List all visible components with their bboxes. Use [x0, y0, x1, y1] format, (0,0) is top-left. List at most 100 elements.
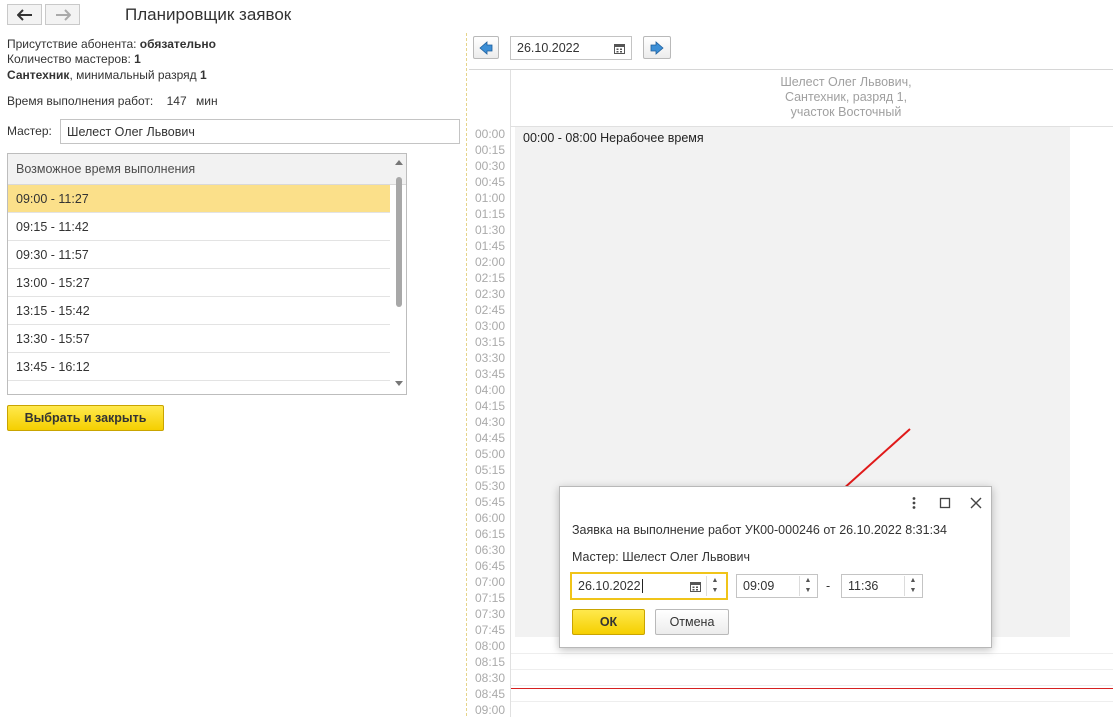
list-item[interactable]: 13:15 - 15:42 [8, 297, 390, 325]
master-field[interactable]: Шелест Олег Львович [60, 119, 460, 144]
time-label: 01:30 [474, 223, 506, 237]
duration-value: 147 [166, 94, 187, 108]
next-day-icon [650, 40, 664, 55]
time-label: 08:00 [474, 639, 506, 653]
current-time-line [511, 688, 1113, 689]
time-label: 07:00 [474, 575, 506, 589]
page-title: Планировщик заявок [125, 5, 292, 24]
master-column-header: Шелест Олег Львович, Сантехник, разряд 1… [681, 75, 1011, 120]
time-label: 04:30 [474, 415, 506, 429]
min-grade: 1 [199, 68, 207, 82]
time-label: 04:00 [474, 383, 506, 397]
master-header-line: Шелест Олег Львович, [780, 75, 912, 89]
time-label: 02:15 [474, 271, 506, 285]
calendar-date-field[interactable]: 26.10.2022 [510, 36, 632, 60]
text-cursor [641, 579, 643, 593]
stepper-down-icon[interactable]: ▼ [905, 586, 921, 596]
grid-line [511, 685, 1113, 686]
time-to-field[interactable]: 11:36 ▲ ▼ [841, 574, 923, 598]
forward-arrow-icon [55, 8, 71, 21]
forward-button[interactable] [45, 4, 80, 25]
list-item[interactable]: 09:15 - 11:42 [8, 213, 390, 241]
time-label: 07:30 [474, 607, 506, 621]
time-label: 05:45 [474, 495, 506, 509]
select-and-close-button[interactable]: Выбрать и закрыть [7, 405, 164, 431]
time-label: 00:45 [474, 175, 506, 189]
time-from-field[interactable]: 09:09 ▲ ▼ [736, 574, 818, 598]
panel-divider [466, 33, 467, 716]
time-label: 00:30 [474, 159, 506, 173]
maximize-icon[interactable] [937, 495, 953, 511]
dialog-title-text: Заявка на выполнение работ УК00-000246 о… [572, 523, 947, 537]
time-separator: - [826, 579, 831, 593]
list-item[interactable]: 13:30 - 15:57 [8, 325, 390, 353]
specialty-info: Сантехник, минимальный разряд 1 [7, 68, 207, 83]
master-header-line: Сантехник, разряд 1, [784, 90, 908, 104]
time-label: 05:00 [474, 447, 506, 461]
time-label: 06:30 [474, 543, 506, 557]
ok-button[interactable]: ОК [572, 609, 645, 635]
stepper-up-icon[interactable]: ▲ [800, 576, 816, 586]
stepper-up-icon[interactable]: ▲ [905, 576, 921, 586]
list-scrollbar[interactable] [394, 155, 404, 393]
master-value: Шелест Олег Львович [67, 124, 195, 139]
time-label: 00:15 [474, 143, 506, 157]
available-time-list[interactable]: Возможное время выполнения 09:00 - 11:27… [7, 153, 407, 395]
time-from-value: 09:09 [743, 579, 775, 593]
calendar-date-value: 26.10.2022 [517, 41, 580, 55]
date-stepper[interactable]: ▲ ▼ [706, 576, 723, 596]
dialog-date-field[interactable]: 26.10.2022 ▲ ▼ [570, 572, 728, 600]
time-label: 08:45 [474, 687, 506, 701]
non-working-label: 00:00 - 08:00 Нерабочее время [523, 131, 704, 145]
stepper-up-icon[interactable]: ▲ [707, 576, 723, 586]
more-icon[interactable] [906, 495, 922, 511]
time-label: 02:30 [474, 287, 506, 301]
scroll-up-icon[interactable] [395, 159, 403, 165]
time-label: 06:15 [474, 527, 506, 541]
time-label: 06:45 [474, 559, 506, 573]
time-label: 04:15 [474, 399, 506, 413]
time-to-stepper[interactable]: ▲ ▼ [904, 576, 921, 596]
masters-count-info: Количество мастеров: 1 [7, 52, 141, 67]
dialog-date-value: 26.10.2022 [578, 579, 641, 593]
back-button[interactable] [7, 4, 42, 25]
time-label: 07:45 [474, 623, 506, 637]
time-label: 01:15 [474, 207, 506, 221]
time-label: 00:00 [474, 127, 506, 141]
time-label: 02:00 [474, 255, 506, 269]
time-label: 03:45 [474, 367, 506, 381]
scroll-thumb[interactable] [396, 177, 402, 307]
cancel-button[interactable]: Отмена [655, 609, 729, 635]
duration-label: Время выполнения работ: [7, 94, 154, 108]
time-label: 06:00 [474, 511, 506, 525]
schedule-header: Шелест Олег Львович, Сантехник, разряд 1… [511, 70, 1113, 127]
presence-label: Присутствие абонента: [7, 37, 140, 51]
presence-value: обязательно [139, 37, 216, 51]
close-icon[interactable] [968, 495, 984, 511]
grid-line [511, 653, 1113, 654]
calendar-icon[interactable] [690, 581, 701, 592]
master-header-line: участок Восточный [790, 105, 902, 119]
grid-line [511, 669, 1113, 670]
time-label: 03:00 [474, 319, 506, 333]
list-item[interactable]: 09:30 - 11:57 [8, 241, 390, 269]
masters-count-value: 1 [134, 52, 141, 66]
list-item[interactable]: 13:45 - 16:12 [8, 353, 390, 381]
stepper-down-icon[interactable]: ▼ [707, 586, 723, 596]
list-item[interactable]: 13:00 - 15:27 [8, 269, 390, 297]
stepper-down-icon[interactable]: ▼ [800, 586, 816, 596]
presence-info: Присутствие абонента: обязательно [7, 37, 216, 52]
scroll-down-icon[interactable] [395, 381, 403, 387]
duration-unit: мин [196, 94, 218, 108]
calendar-icon[interactable] [614, 43, 625, 54]
time-column: 00:00 00:15 00:30 00:45 01:00 01:15 01:3… [469, 126, 511, 718]
time-from-stepper[interactable]: ▲ ▼ [799, 576, 816, 596]
time-label: 01:00 [474, 191, 506, 205]
grid-line [511, 701, 1113, 702]
list-item[interactable]: 09:00 - 11:27 [8, 185, 390, 213]
specialty-suffix: , минимальный разряд [69, 68, 200, 82]
next-day-button[interactable] [643, 36, 671, 59]
master-label: Мастер: [7, 124, 52, 138]
time-label: 03:30 [474, 351, 506, 365]
prev-day-button[interactable] [473, 36, 499, 59]
